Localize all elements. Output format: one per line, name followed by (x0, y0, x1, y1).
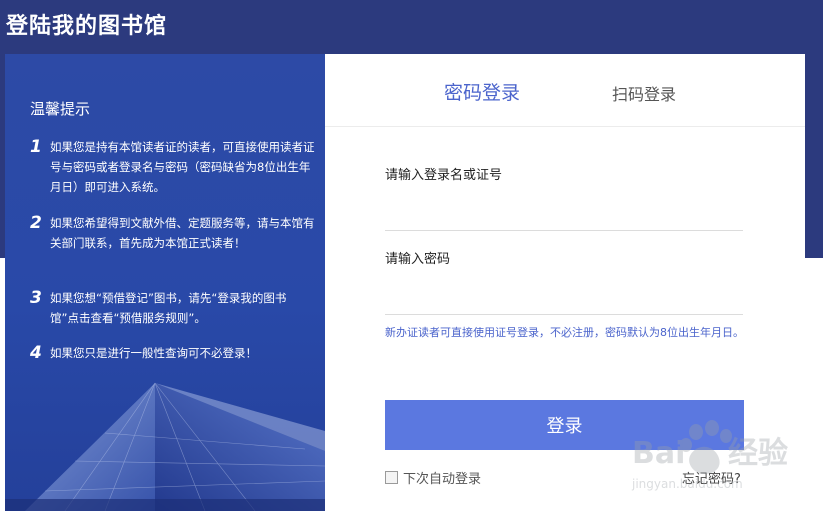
tip-text: 如果您希望得到文献外借、定题服务等，请与本馆有关部门联系，首先成为本馆正式读者！ (50, 216, 315, 250)
tip-number: 2 (30, 213, 42, 233)
tip-item: 1 如果您是持有本馆读者证的读者，可直接使用读者证号与密码或者登录名与密码（密码… (30, 138, 315, 197)
remember-checkbox[interactable] (385, 471, 398, 484)
tab-qrcode-login[interactable]: 扫码登录 (612, 81, 676, 105)
login-tabs: 密码登录 扫码登录 (325, 54, 805, 127)
remember-me[interactable]: 下次自动登录 (385, 468, 481, 487)
login-panel: 密码登录 扫码登录 请输入登录名或证号 请输入密码 新办证读者可直接使用证号登录… (325, 54, 805, 511)
tip-number: 4 (30, 343, 42, 363)
tip-item: 2 如果您希望得到文献外借、定题服务等，请与本馆有关部门联系，首先成为本馆正式读… (30, 214, 315, 253)
username-input[interactable] (385, 202, 743, 231)
tip-number: 1 (30, 137, 42, 157)
tab-password-login[interactable]: 密码登录 (444, 78, 520, 105)
password-input[interactable] (385, 286, 743, 315)
remember-label: 下次自动登录 (403, 472, 482, 487)
forgot-password-link[interactable]: 忘记密码? (682, 468, 741, 487)
username-label: 请输入登录名或证号 (385, 168, 503, 183)
tip-text: 如果您想“预借登记”图书，请先“登录我的图书馆”点击查看“预借服务规则”。 (50, 291, 287, 325)
tip-text: 如果您只是进行一般性查询可不必登录！ (50, 346, 257, 360)
login-button[interactable]: 登录 (385, 400, 744, 450)
building-illustration (5, 382, 325, 511)
tips-panel: 温馨提示 1 如果您是持有本馆读者证的读者，可直接使用读者证号与密码或者登录名与… (5, 54, 325, 511)
tip-text: 如果您是持有本馆读者证的读者，可直接使用读者证号与密码或者登录名与密码（密码缺省… (50, 140, 315, 194)
page-title: 登陆我的图书馆 (6, 14, 168, 39)
tip-item: 4 如果您只是进行一般性查询可不必登录！ (30, 344, 315, 363)
tips-title: 温馨提示 (30, 100, 91, 118)
login-hint: 新办证读者可直接使用证号登录，不必注册，密码默认为8位出生年月日。 (385, 326, 744, 339)
password-label: 请输入密码 (385, 252, 451, 267)
tip-number: 3 (30, 288, 42, 308)
tip-item: 3 如果您想“预借登记”图书，请先“登录我的图书馆”点击查看“预借服务规则”。 (30, 289, 315, 328)
